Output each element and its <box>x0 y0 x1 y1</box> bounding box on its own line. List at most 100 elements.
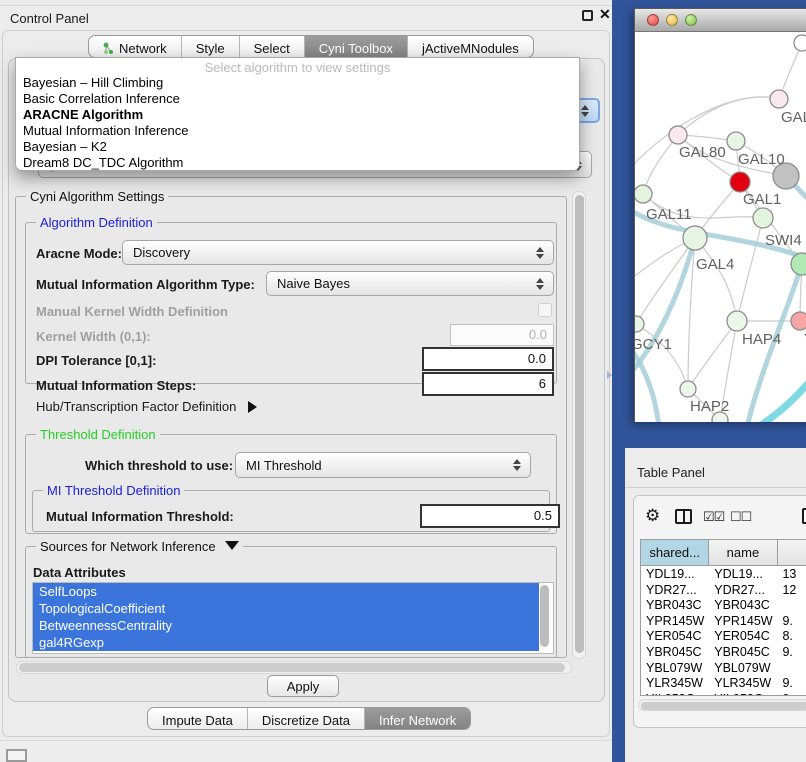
network-node[interactable] <box>753 208 773 228</box>
table-cell: 13 <box>777 566 806 582</box>
tab-cyni-toolbox[interactable]: Cyni Toolbox <box>305 36 408 57</box>
node-label: HAP2 <box>690 398 729 415</box>
select-all-columns-icon[interactable]: ☑☑ <box>703 509 724 525</box>
table-cell: 9. <box>777 613 806 629</box>
tab-style[interactable]: Style <box>182 36 240 57</box>
combo-stepper-icon <box>532 247 548 259</box>
node-label: GAL4 <box>696 256 734 273</box>
which-threshold-value: MI Threshold <box>236 458 509 473</box>
mi-type-combo[interactable]: Naive Bayes <box>266 271 554 296</box>
column-header[interactable]: shared... <box>641 540 709 565</box>
table-row[interactable]: YBL079WYBL079W <box>641 660 806 676</box>
splitter-grip-icon[interactable] <box>607 371 612 379</box>
network-node[interactable] <box>635 316 644 332</box>
network-node[interactable] <box>791 312 806 330</box>
tab-network[interactable]: Network <box>89 36 182 57</box>
network-node[interactable] <box>727 132 745 150</box>
combo-stepper-icon <box>532 278 548 290</box>
combo-stepper-icon <box>509 459 525 471</box>
table-row[interactable]: YIL052CYIL052C9 <box>641 691 806 696</box>
column-header[interactable] <box>778 540 806 565</box>
kernel-width-field[interactable]: 0.0 <box>450 324 554 346</box>
table-cell: YER054C <box>641 628 709 644</box>
tab-infer-network[interactable]: Infer Network <box>365 708 470 729</box>
deselect-all-columns-icon[interactable]: ☐☐ <box>730 509 751 525</box>
table-row[interactable]: YLR345WYLR345W9. <box>641 675 806 691</box>
network-node[interactable] <box>794 35 806 51</box>
table-row[interactable]: YDR27...YDR27...12 <box>641 582 806 598</box>
network-node[interactable] <box>669 126 687 144</box>
table-row[interactable]: YBR045CYBR045C9. <box>641 644 806 660</box>
network-node[interactable] <box>770 90 788 108</box>
attr-list-scrollbar[interactable] <box>539 584 550 652</box>
mi-steps-field[interactable]: 6 <box>422 372 554 396</box>
column-header[interactable]: name <box>709 540 777 565</box>
apply-button[interactable]: Apply <box>267 675 339 697</box>
float-panel-icon[interactable] <box>582 10 593 21</box>
settings-hscrollbar[interactable] <box>16 661 572 674</box>
tab-label: Network <box>119 41 167 56</box>
network-node[interactable] <box>680 381 696 397</box>
window-minimize-icon[interactable] <box>666 14 678 26</box>
docked-panel-icon[interactable] <box>6 749 27 762</box>
which-threshold-combo[interactable]: MI Threshold <box>235 452 531 478</box>
tab-select[interactable]: Select <box>240 36 305 57</box>
window-zoom-icon[interactable] <box>685 14 697 26</box>
table-cell: 9 <box>777 691 806 696</box>
dropdown-item[interactable]: Mutual Information Inference <box>16 123 579 139</box>
manual-kernel-checkbox[interactable] <box>538 303 552 317</box>
network-canvas[interactable]: GALGAL80GAL10GAL1GAL11SWI4GAL4HAP4YGCY1H… <box>635 32 806 422</box>
hub-definition-toggle[interactable]: Hub/Transcription Factor Definition <box>36 399 257 414</box>
tab-label: Cyni Toolbox <box>319 41 393 56</box>
tab-impute-data[interactable]: Impute Data <box>148 708 248 729</box>
dropdown-item[interactable]: ARACNE Algorithm <box>16 107 579 123</box>
dropdown-item[interactable]: Bayesian – Hill Climbing <box>16 75 579 91</box>
dropdown-item[interactable]: Bayesian – K2 <box>16 139 579 155</box>
tab-jactivemnodules[interactable]: jActiveMNodules <box>408 36 533 57</box>
attribute-list-item[interactable]: TopologicalCoefficient <box>33 600 539 617</box>
mi-threshold-field[interactable]: 0.5 <box>420 504 560 528</box>
dpi-tolerance-field[interactable]: 0.0 <box>422 347 554 371</box>
table-cell: YER054C <box>709 628 777 644</box>
table-row[interactable]: YBR043CYBR043C <box>641 597 806 613</box>
window-close-icon[interactable] <box>647 14 659 26</box>
control-panel-tabs: Network StyleSelect Cyni Toolbox jActiveMNo… <box>88 35 534 58</box>
network-node[interactable] <box>635 185 652 203</box>
attribute-list-item[interactable]: SelfLoops <box>33 583 539 600</box>
table-cell: YIL052C <box>641 691 709 696</box>
table-cell: 9. <box>777 644 806 660</box>
network-node[interactable] <box>727 311 747 331</box>
table-cell: YBR045C <box>641 644 709 660</box>
table-row[interactable]: YDL19...YDL19...13 <box>641 566 806 582</box>
sources-group-title[interactable]: Sources for Network Inference <box>36 539 243 554</box>
panel-title: Control Panel <box>10 11 89 26</box>
split-pane-icon[interactable] <box>675 509 692 524</box>
node-label: SWI4 <box>765 232 802 249</box>
network-node[interactable] <box>730 172 750 192</box>
network-node[interactable] <box>791 253 806 275</box>
table-row[interactable]: YER054CYER054C8. <box>641 628 806 644</box>
table-cell: 8. <box>777 628 806 644</box>
attribute-list-item[interactable]: gal4RGexp <box>33 634 539 651</box>
table-cell: YLR345W <box>709 675 777 691</box>
network-node[interactable] <box>683 226 707 250</box>
aracne-mode-combo[interactable]: Discovery <box>122 240 554 265</box>
gear-icon[interactable]: ⚙ <box>645 506 660 526</box>
dropdown-item[interactable]: Basic Correlation Inference <box>16 91 579 107</box>
attribute-list-item[interactable]: BetweennessCentrality <box>33 617 539 634</box>
network-window-titlebar[interactable] <box>635 9 806 32</box>
settings-scrollbar[interactable] <box>572 191 586 659</box>
sources-title-text: Sources for Network Inference <box>40 539 216 554</box>
table-row[interactable]: YPR145WYPR145W9. <box>641 613 806 629</box>
close-panel-icon[interactable]: ✕ <box>599 6 611 23</box>
table-hscrollbar[interactable] <box>638 699 806 711</box>
tab-discretize-data[interactable]: Discretize Data <box>248 708 365 729</box>
node-attribute-table[interactable]: shared...name YDL19...YDL19...13YDR27...… <box>640 539 806 696</box>
status-strip <box>0 740 612 762</box>
new-table-icon[interactable] <box>802 508 806 524</box>
aracne-mode-label: Aracne Mode: <box>36 246 122 261</box>
table-panel-title: Table Panel <box>637 465 705 480</box>
dropdown-item[interactable]: Dream8 DC_TDC Algorithm <box>16 155 579 171</box>
control-panel-titlebar: Control Panel <box>0 5 612 30</box>
data-attributes-list[interactable]: SelfLoopsTopologicalCoefficientBetweenne… <box>32 582 554 654</box>
